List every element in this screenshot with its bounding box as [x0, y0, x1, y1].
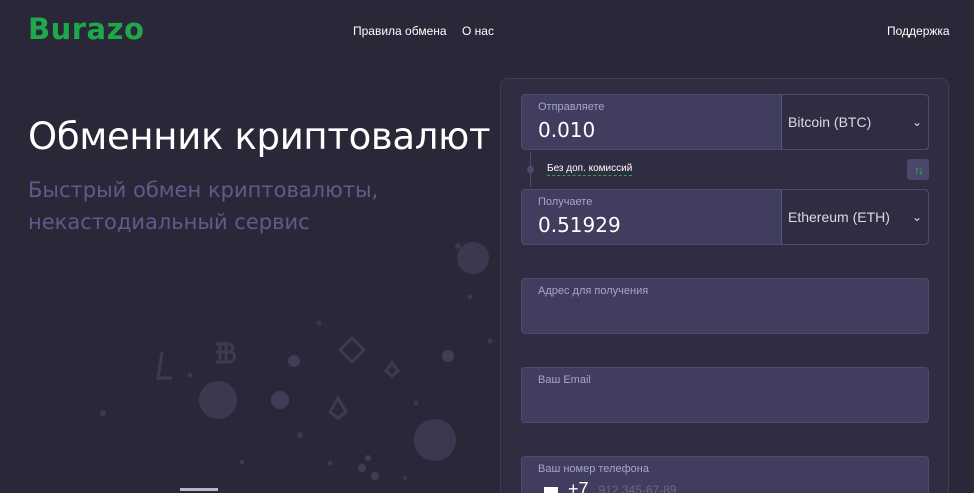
connector-dot	[527, 166, 534, 173]
crypto-background-decoration	[100, 242, 493, 491]
litecoin-icon	[156, 351, 172, 380]
send-label: Отправляете	[538, 101, 605, 113]
email-field[interactable]: Ваш Email	[521, 367, 929, 423]
swap-currencies-button[interactable]: ↑↓	[907, 159, 929, 180]
page-subtitle: Быстрый обмен криптовалюты, некастодиаль…	[28, 178, 379, 234]
nav-link-about[interactable]: О нас	[462, 24, 494, 38]
send-currency-select[interactable]: Bitcoin (BTC) ⌄	[781, 95, 928, 149]
phone-field[interactable]: Ваш номер телефона +7 912 345-67-89	[521, 456, 929, 493]
send-currency-value: Bitcoin (BTC)	[788, 114, 872, 130]
logo[interactable]: Burazo	[28, 12, 144, 46]
address-field[interactable]: Адрес для получения	[521, 278, 929, 334]
receive-field[interactable]: Получаете Ethereum (ETH) ⌄	[521, 189, 929, 245]
receive-label: Получаете	[538, 196, 593, 208]
send-field[interactable]: Отправляете Bitcoin (BTC) ⌄	[521, 94, 929, 150]
ethereum-icon	[328, 394, 348, 420]
swap-arrows-icon: ↑↓	[914, 162, 924, 177]
page-title: Обменник криптовалют	[28, 115, 491, 158]
nav-link-support[interactable]: Поддержка	[887, 24, 950, 38]
exchange-form-panel: Отправляете Bitcoin (BTC) ⌄ Без доп. ком…	[500, 78, 949, 493]
chevron-down-icon: ⌄	[911, 210, 922, 224]
bitcoin-icon	[216, 342, 237, 364]
chevron-down-icon: ⌄	[911, 115, 922, 129]
address-label: Адрес для получения	[538, 285, 649, 297]
phone-prefix[interactable]: +7 912 345-67-89	[544, 479, 677, 493]
country-flag-icon	[544, 486, 558, 493]
no-fee-link[interactable]: Без доп. комиссий	[547, 163, 633, 176]
phone-placeholder: 912 345-67-89	[598, 482, 677, 493]
receive-currency-value: Ethereum (ETH)	[788, 209, 890, 225]
phone-label: Ваш номер телефона	[538, 463, 649, 475]
receive-currency-select[interactable]: Ethereum (ETH) ⌄	[781, 190, 928, 244]
phone-country-code: +7	[568, 479, 589, 493]
email-label: Ваш Email	[538, 374, 591, 386]
email-input[interactable]	[538, 390, 918, 416]
address-input[interactable]	[538, 301, 918, 327]
receive-amount-input[interactable]	[538, 213, 768, 237]
binance-icon	[337, 335, 367, 365]
dogecoin-icon	[199, 381, 237, 419]
send-amount-input[interactable]	[538, 118, 768, 142]
monero-icon	[414, 419, 456, 461]
nav-link-rules[interactable]: Правила обмена	[353, 24, 447, 38]
